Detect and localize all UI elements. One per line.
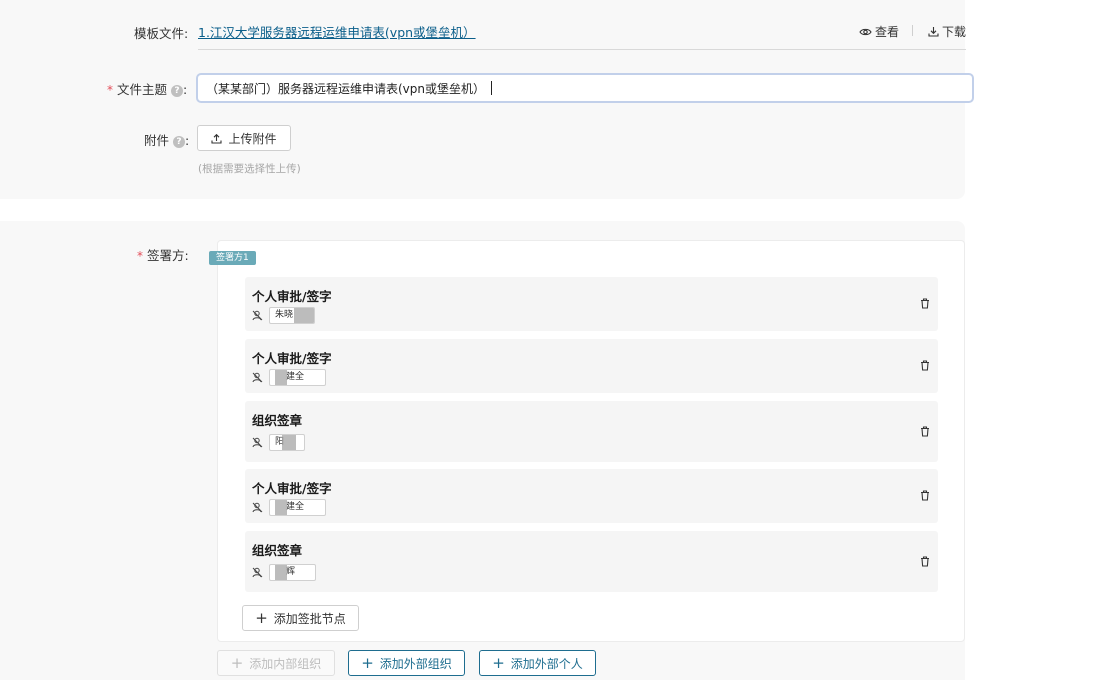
attachment-label: 附件?: — [144, 130, 189, 149]
node-person: 阳 — [252, 434, 305, 451]
node-person: 辉 — [252, 564, 316, 581]
trash-icon[interactable] — [920, 490, 930, 501]
person-icon — [252, 437, 263, 448]
person-icon — [252, 502, 263, 513]
colon: : — [184, 248, 189, 263]
add-approval-node-button[interactable]: + 添加签批节点 — [242, 605, 359, 631]
person-chip[interactable]: 阳 — [269, 434, 305, 451]
trash-icon[interactable] — [920, 426, 930, 437]
plus-icon: + — [230, 653, 244, 672]
signers-label-text: 签署方 — [147, 248, 185, 263]
node-title: 个人审批/签字 — [252, 289, 332, 304]
node-title: 个人审批/签字 — [252, 351, 332, 366]
upload-label: 上传附件 — [228, 131, 277, 146]
person-name: 朱晓 — [275, 310, 294, 320]
colon: : — [183, 82, 188, 97]
upload-attachment-button[interactable]: 上传附件 — [197, 125, 291, 151]
subject-input-value: （某某部门）服务器远程运维申请表(vpn或堡垒机） — [206, 81, 486, 96]
template-label: 模板文件: — [134, 23, 188, 42]
approval-node[interactable]: 个人审批/签字 建全 — [245, 339, 938, 393]
node-person: 建全 — [252, 499, 326, 516]
eye-icon — [859, 28, 872, 35]
approval-node[interactable]: 个人审批/签字 朱晓 — [245, 277, 938, 331]
required-mark: * — [137, 249, 143, 263]
text-caret — [491, 81, 493, 95]
person-name: 辉 — [286, 567, 296, 577]
attachment-hint: (根据需要选择性上传) — [198, 163, 301, 175]
download-icon — [928, 27, 939, 37]
plus-icon: + — [361, 653, 374, 672]
action-divider — [912, 25, 913, 36]
add-internal-org-button[interactable]: + 添加内部组织 — [217, 650, 335, 676]
add-external-org-label: 添加外部组织 — [379, 656, 452, 671]
plus-icon: + — [255, 608, 268, 627]
person-chip[interactable]: 建全 — [269, 499, 326, 516]
node-person: 朱晓 — [252, 307, 315, 324]
attachment-label-text: 附件 — [144, 133, 170, 148]
subject-label-text: 文件主题 — [117, 82, 168, 97]
person-chip[interactable]: 朱晓 — [269, 307, 315, 324]
trash-icon[interactable] — [920, 556, 930, 567]
seal-node[interactable]: 组织签章 辉 — [245, 531, 938, 592]
view-label: 查看 — [875, 25, 900, 39]
person-icon — [252, 567, 263, 578]
person-chip[interactable]: 建全 — [269, 369, 326, 386]
help-icon[interactable]: ? — [173, 136, 186, 148]
template-label-text: 模板文件 — [134, 26, 185, 41]
redaction — [275, 565, 287, 580]
upload-icon — [211, 133, 223, 144]
subject-input[interactable]: （某某部门）服务器远程运维申请表(vpn或堡垒机） — [196, 73, 974, 103]
add-external-org-button[interactable]: + 添加外部组织 — [348, 650, 465, 676]
person-icon — [252, 310, 263, 321]
node-title: 组织签章 — [252, 543, 303, 558]
add-internal-org-label: 添加内部组织 — [249, 656, 322, 671]
trash-icon[interactable] — [920, 360, 930, 371]
view-button[interactable]: 查看 — [859, 23, 899, 40]
approval-node[interactable]: 个人审批/签字 建全 — [245, 469, 938, 523]
plus-icon: + — [492, 653, 505, 672]
seal-node[interactable]: 组织签章 阳 — [245, 401, 938, 462]
person-icon — [252, 372, 263, 383]
help-icon[interactable]: ? — [171, 85, 184, 97]
person-chip[interactable]: 辉 — [269, 564, 316, 581]
download-label: 下载 — [942, 25, 967, 39]
redaction — [275, 370, 287, 385]
node-title: 组织签章 — [252, 413, 303, 428]
required-mark: * — [107, 83, 113, 97]
person-name: 建全 — [286, 502, 305, 512]
signer-tag[interactable]: 签署方1 — [209, 251, 256, 265]
redaction — [294, 308, 314, 323]
node-title: 个人审批/签字 — [252, 481, 332, 496]
colon: : — [184, 26, 189, 41]
template-divider — [198, 49, 966, 50]
add-external-person-button[interactable]: + 添加外部个人 — [479, 650, 596, 676]
add-external-person-label: 添加外部个人 — [510, 656, 583, 671]
download-button[interactable]: 下载 — [928, 23, 966, 40]
node-person: 建全 — [252, 369, 326, 386]
add-node-label: 添加签批节点 — [273, 611, 346, 626]
redaction — [282, 435, 296, 450]
redaction — [275, 500, 287, 515]
template-file-link[interactable]: 1.江汉大学服务器远程运维申请表(vpn或堡垒机） — [198, 22, 476, 41]
trash-icon[interactable] — [920, 298, 930, 309]
subject-label: * 文件主题?: — [107, 79, 187, 98]
colon: : — [185, 133, 190, 148]
person-name: 建全 — [286, 372, 305, 382]
signers-label: * 签署方: — [137, 245, 189, 264]
